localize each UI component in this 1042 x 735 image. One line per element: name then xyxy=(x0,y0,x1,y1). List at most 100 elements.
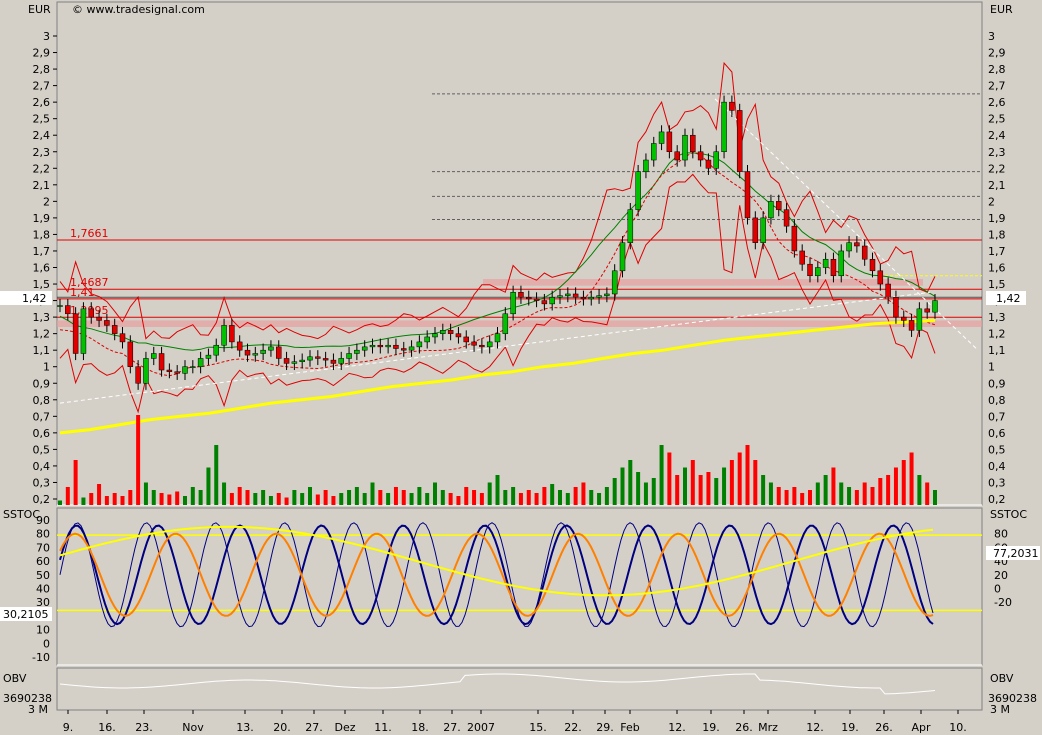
candle-body xyxy=(65,305,71,315)
price-tick-label-right: 2,6 xyxy=(988,96,1006,109)
volume-bar xyxy=(815,482,820,505)
volume-bar xyxy=(487,482,492,505)
sstoc-tick-left: 40 xyxy=(36,583,50,596)
volume-bar xyxy=(339,493,344,505)
price-tick-label-right: 2,8 xyxy=(988,63,1006,76)
volume-bar xyxy=(175,491,180,505)
candle-body xyxy=(369,344,376,348)
volume-bar xyxy=(847,487,852,505)
volume-bar xyxy=(65,487,70,505)
candle-body xyxy=(721,101,727,153)
candle-body xyxy=(119,333,126,343)
price-tick-label-right: 2,1 xyxy=(988,179,1006,192)
volume-bar xyxy=(268,496,273,505)
candle-body xyxy=(861,245,868,260)
candle-body xyxy=(432,333,438,338)
candle-body xyxy=(268,346,274,351)
x-axis-label: 18. xyxy=(411,721,429,734)
price-tick-label-left: 1,8 xyxy=(33,228,51,241)
price-tick-label-right: 1,7 xyxy=(988,245,1006,258)
volume-bar xyxy=(401,490,406,505)
candle-body xyxy=(104,320,110,326)
price-tick-label-right: 1,6 xyxy=(988,262,1006,275)
price-tick-label-left: 0,7 xyxy=(33,410,51,423)
volume-bar xyxy=(870,487,875,505)
candle-body xyxy=(565,293,571,296)
volume-bar xyxy=(768,482,773,505)
x-axis-label: 27. xyxy=(305,721,323,734)
candle-body xyxy=(893,297,899,318)
candle-body xyxy=(815,267,821,277)
volume-bar xyxy=(651,478,656,505)
price-tick-label-right: 2,4 xyxy=(988,129,1006,142)
volume-bar xyxy=(347,490,352,505)
price-tick-label-left: 2,5 xyxy=(33,113,51,126)
price-tick-label-right: 3 xyxy=(988,30,995,43)
price-tick-label-left: 2 xyxy=(43,195,50,208)
price-tick-label-left: 0,2 xyxy=(33,493,51,506)
candle-body xyxy=(424,336,430,343)
volume-bar xyxy=(143,482,148,505)
candle-body xyxy=(205,354,212,359)
candle-body xyxy=(932,300,938,313)
obv-line xyxy=(59,673,936,695)
candle-body xyxy=(596,295,602,298)
candle-body xyxy=(479,344,485,348)
trendline-white xyxy=(59,291,931,404)
x-axis-label: 27. xyxy=(443,721,461,734)
sstoc-value-left: 30,2105 xyxy=(3,608,49,621)
candle-body xyxy=(651,143,657,161)
candle-body xyxy=(588,297,594,300)
price-tick-label-right: 1,1 xyxy=(988,344,1006,357)
candle-body xyxy=(924,308,930,313)
volume-bar xyxy=(675,475,680,505)
candle-body xyxy=(604,293,610,296)
price-tick-label-right: 0,4 xyxy=(988,460,1006,473)
price-tick-label-left: 1,5 xyxy=(33,278,51,291)
candle-body xyxy=(416,341,423,348)
volume-bar xyxy=(628,460,633,505)
price-tick-label-left: 1,3 xyxy=(33,311,51,324)
obv-title-left: OBV xyxy=(3,672,27,685)
volume-bar xyxy=(362,493,367,505)
volume-bar xyxy=(854,490,859,505)
candle-body xyxy=(846,242,852,252)
sstoc-tick-right: -20 xyxy=(994,596,1012,609)
x-axis-label: Feb xyxy=(620,721,639,734)
price-tick-label-left: 1,2 xyxy=(33,328,51,341)
sstoc-tick-left: -10 xyxy=(32,651,50,664)
volume-bar xyxy=(862,482,867,505)
candle-body xyxy=(151,353,157,359)
price-tick-label-right: 2,7 xyxy=(988,80,1006,93)
candle-body xyxy=(682,134,688,161)
volume-bar xyxy=(479,493,484,505)
candle-body xyxy=(401,348,407,351)
volume-bar xyxy=(472,490,477,505)
candle-body xyxy=(377,344,384,348)
candle-body xyxy=(111,325,118,334)
candle-body xyxy=(166,369,173,372)
price-tick-label-right: 0,9 xyxy=(988,377,1006,390)
candle-body xyxy=(783,209,790,227)
volume-bar xyxy=(167,494,172,505)
candle-body xyxy=(96,316,102,321)
candle-body xyxy=(471,341,477,346)
candle-body xyxy=(533,298,540,301)
volume-bar xyxy=(253,493,258,505)
currency-label-left: EUR xyxy=(28,3,51,16)
volume-bar xyxy=(300,493,305,505)
candle-body xyxy=(736,110,743,172)
candle-body xyxy=(658,131,665,144)
volume-bar xyxy=(245,490,250,505)
candle-body xyxy=(182,366,188,374)
candle-body xyxy=(635,171,641,210)
x-axis-label: 12. xyxy=(806,721,824,734)
volume-bar xyxy=(229,493,234,505)
candle-body xyxy=(838,250,844,277)
volume-bar xyxy=(331,496,336,505)
x-axis-label: Apr xyxy=(911,721,931,734)
candle-body xyxy=(72,313,79,354)
candle-body xyxy=(174,371,180,374)
candle-body xyxy=(158,353,165,371)
price-tick-label-right: 0,3 xyxy=(988,476,1006,489)
